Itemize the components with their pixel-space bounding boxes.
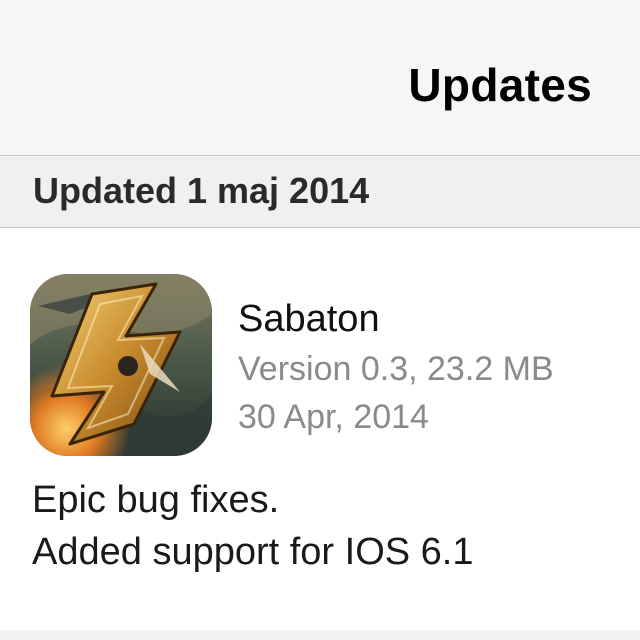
release-note-line: Epic bug fixes. — [32, 479, 280, 521]
app-update-row[interactable]: Sabaton Version 0.3, 23.2 MB 30 Apr, 201… — [0, 228, 640, 628]
section-title: Updated 1 maj 2014 — [33, 170, 370, 211]
app-name: Sabaton — [238, 298, 380, 340]
release-notes: Epic bug fixes. Added support for IOS 6.… — [32, 474, 474, 578]
release-note-line: Added support for IOS 6.1 — [32, 531, 474, 573]
app-version-size: Version 0.3, 23.2 MB — [238, 350, 554, 388]
app-release-date: 30 Apr, 2014 — [238, 398, 429, 436]
page-title: Updates — [408, 59, 592, 111]
sabaton-app-icon[interactable] — [30, 274, 212, 456]
bottom-separator — [0, 630, 640, 640]
updates-screen: Updates Updated 1 maj 2014 Sabaton Versi… — [0, 0, 640, 640]
section-header: Updated 1 maj 2014 — [0, 156, 640, 228]
navigation-bar: Updates — [0, 0, 640, 156]
